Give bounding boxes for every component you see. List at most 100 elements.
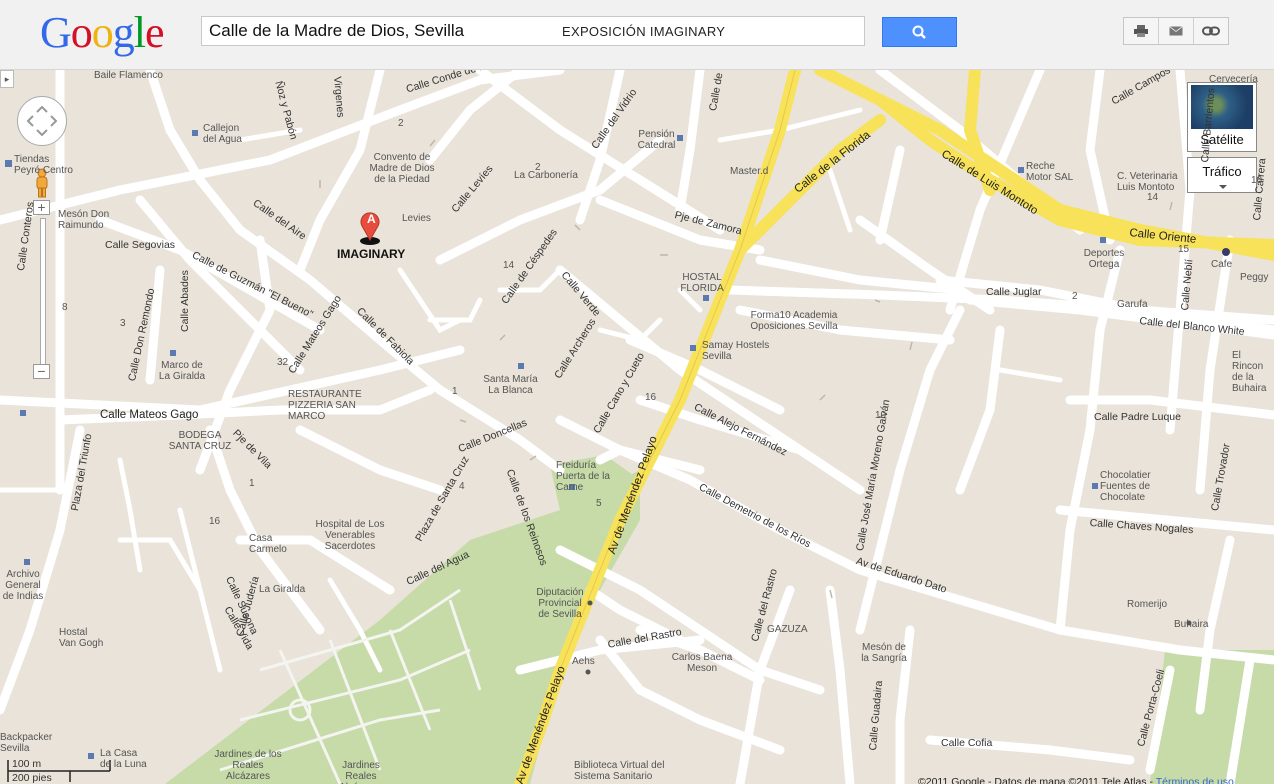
logo-letter: G: [40, 8, 72, 57]
poi-label[interactable]: Jardines de los Reales Alcázares: [212, 749, 284, 782]
logo-letter: o: [70, 8, 93, 57]
poi-label[interactable]: HOSTAL FLORIDA: [680, 272, 724, 294]
map-footer: ©2011 Google - Datos de mapa ©2011 Tele …: [918, 776, 1234, 784]
poi-label[interactable]: Carlos Baena Meson: [670, 652, 734, 674]
poi-label[interactable]: Jardines Reales Alcázares: [328, 760, 394, 784]
satellite-thumbnail: [1191, 85, 1253, 129]
copyright-text: ©2011 Google - Datos de mapa ©2011 Tele …: [918, 776, 1153, 784]
poi-label[interactable]: Casa Carmelo: [249, 533, 289, 555]
poi-label[interactable]: RESTAURANTE PIZZERIA SAN MARCO: [288, 389, 366, 422]
poi-label[interactable]: Convento de Madre de Dios de la Piedad: [368, 152, 436, 185]
poi-label[interactable]: Peggy: [1240, 272, 1268, 283]
poi-label[interactable]: Cafe: [1211, 259, 1232, 270]
search-input[interactable]: Calle de la Madre de Dios, Sevilla EXPOS…: [201, 16, 865, 46]
sidebar-toggle-button[interactable]: ▸: [0, 70, 14, 88]
poi-label[interactable]: Baile Flamenco: [94, 70, 163, 81]
zoom-out-button[interactable]: −: [33, 364, 50, 379]
poi-label[interactable]: Hostal Van Gogh: [59, 627, 107, 649]
search-button[interactable]: [882, 17, 957, 47]
logo-letter: l: [133, 8, 146, 57]
poi-label[interactable]: C. Veterinaria Luis Montoto: [1117, 171, 1187, 193]
street-number: 2: [1072, 291, 1078, 302]
poi-label[interactable]: Callejon del Agua: [203, 123, 245, 145]
street-label: Calle Mateos Gago: [100, 409, 199, 421]
poi-label[interactable]: Garufa: [1117, 299, 1148, 310]
street-number: 16: [645, 392, 657, 403]
poi-label[interactable]: Tiendas Peyré Centro: [14, 154, 74, 176]
street-number: 14: [503, 260, 515, 271]
search-icon: [912, 25, 926, 39]
search-value: Calle de la Madre de Dios, Sevilla: [209, 21, 465, 40]
street-number: 15: [1178, 244, 1190, 255]
poi-label[interactable]: Pensión Catedral: [634, 129, 679, 151]
poi-label[interactable]: GAZUZA: [767, 624, 808, 635]
toolbar: [1123, 17, 1229, 45]
email-icon: [1169, 26, 1183, 36]
poi-label[interactable]: Backpacker Sevilla: [0, 732, 52, 754]
poi-label[interactable]: Archivo General de Indias: [0, 569, 46, 602]
street-label: Calle Segovias: [105, 239, 176, 251]
poi-label[interactable]: Freiduría Puerta de la Carne: [556, 460, 628, 493]
traffic-button[interactable]: Tráfico: [1187, 157, 1257, 193]
poi-label[interactable]: Mesón de la Sangría: [860, 642, 908, 664]
poi-label[interactable]: Romerijo: [1127, 599, 1167, 610]
poi-label[interactable]: Marco de La Giralda: [158, 360, 206, 382]
poi-label[interactable]: Forma10 Academia Oposiciones Sevilla: [749, 310, 839, 332]
street-number: 10: [1251, 175, 1263, 186]
street-number: 2: [535, 162, 541, 173]
street-label: Calle Padre Luque: [1094, 411, 1181, 423]
poi-label[interactable]: Reche Motor SAL: [1026, 161, 1081, 183]
map-canvas[interactable]: 100 m 200 pies ©2011 Google - Datos de m…: [0, 70, 1274, 784]
poi-label[interactable]: Santa María La Blanca: [483, 374, 538, 396]
poi-label[interactable]: Mesón Don Raimundo: [58, 209, 118, 231]
pan-control[interactable]: [17, 96, 67, 146]
print-icon: [1134, 25, 1148, 37]
poi-label[interactable]: Hospital de Los Venerables Sacerdotes: [314, 519, 386, 552]
street-number: 2: [398, 118, 404, 129]
poi-label[interactable]: Aehs: [572, 656, 595, 667]
street-number: 14: [1147, 192, 1159, 203]
poi-label[interactable]: Master.d: [730, 166, 768, 177]
street-label: Virgenes: [331, 75, 347, 119]
poi-label[interactable]: El Rincon de la Buhaira: [1232, 350, 1274, 394]
street-number: 16: [209, 516, 221, 527]
search-banner-text: EXPOSICIÓN IMAGINARY: [562, 24, 726, 39]
poi-label[interactable]: Samay Hostels Sevilla: [702, 340, 770, 362]
poi-label[interactable]: Levies: [402, 213, 431, 224]
poi-label[interactable]: Buhaira: [1174, 619, 1208, 630]
logo-letter: e: [145, 8, 165, 57]
scale-metric: 100 m: [12, 758, 42, 770]
logo-letter: o: [91, 8, 114, 57]
poi-label[interactable]: Deportes Ortega: [1080, 248, 1128, 270]
google-logo[interactable]: Google: [40, 8, 165, 58]
poi-label[interactable]: La Carbonería: [514, 170, 578, 181]
zoom-slider[interactable]: [40, 218, 46, 370]
scale-bar: 100 m 200 pies: [0, 758, 112, 784]
header-bar: Google Calle de la Madre de Dios, Sevill…: [0, 0, 1274, 70]
poi-label[interactable]: Biblioteca Virtual del Sistema Sanitario: [574, 760, 669, 782]
street-label: Calle Cofia: [941, 737, 993, 749]
poi-label[interactable]: La Giralda: [259, 584, 305, 595]
pan-arrows-icon: [26, 105, 58, 137]
street-number: 32: [277, 357, 289, 368]
logo-letter: g: [112, 8, 135, 57]
terms-link[interactable]: Términos de uso: [1156, 776, 1234, 784]
street-label: Calle Abades: [179, 270, 191, 332]
chevron-down-icon: [1219, 185, 1227, 189]
print-button[interactable]: [1124, 18, 1159, 44]
map-roads: [0, 70, 1274, 784]
scale-imperial: 200 pies: [12, 772, 52, 784]
street-number: 10: [875, 410, 887, 421]
poi-label[interactable]: Diputación Provincial de Sevilla: [533, 587, 587, 620]
street-number: 5: [596, 498, 602, 509]
marker-letter: A: [367, 212, 376, 226]
satellite-button[interactable]: Satélite: [1187, 82, 1257, 152]
poi-label[interactable]: BODEGA SANTA CRUZ: [165, 430, 235, 452]
poi-label[interactable]: Chocolatier Fuentes de Chocolate: [1100, 470, 1154, 503]
poi-label[interactable]: Cervecería: [1209, 74, 1258, 85]
link-button[interactable]: [1194, 18, 1228, 44]
poi-label[interactable]: La Casa de la Luna: [100, 748, 150, 770]
street-number: 1: [249, 478, 255, 489]
email-button[interactable]: [1159, 18, 1194, 44]
street-number: 4: [459, 481, 465, 492]
